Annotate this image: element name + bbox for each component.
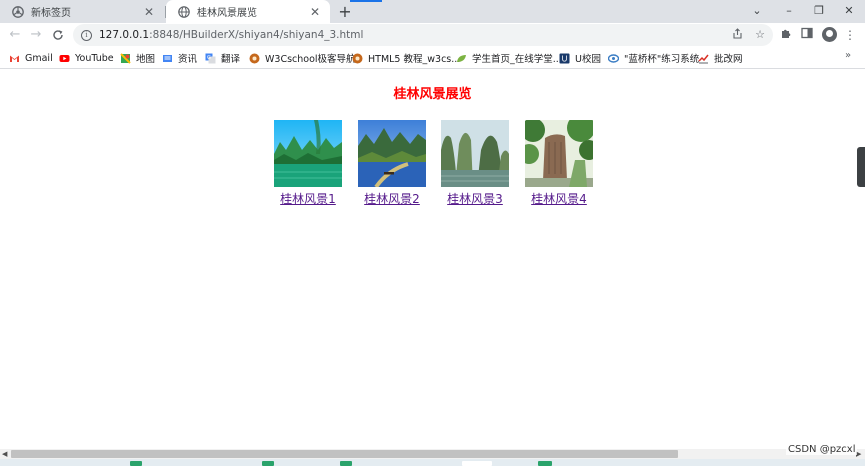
gallery-image-2[interactable] xyxy=(358,120,426,187)
guilin-stone-tablet-photo xyxy=(525,120,593,187)
side-panel-icon[interactable] xyxy=(799,27,815,43)
news-icon xyxy=(163,54,172,62)
gallery-image-4[interactable] xyxy=(525,120,593,187)
bookmark-pigai[interactable]: 批改网 xyxy=(698,51,743,65)
bookmark-label: Gmail xyxy=(25,52,53,64)
guilin-peaks-photo xyxy=(441,120,509,187)
bookmark-label: "蓝桥杯"练习系统 xyxy=(624,54,700,65)
url-text[interactable]: 127.0.0.1:8848/HBuilderX/shiyan4/shiyan4… xyxy=(99,29,363,41)
taskbar-strip xyxy=(0,459,865,466)
progress-indicator xyxy=(350,0,382,2)
page-title: 桂林风景展览 xyxy=(393,87,472,102)
close-tab-icon[interactable]: ✕ xyxy=(308,5,322,19)
url-host: 127.0.0.1 xyxy=(99,29,150,41)
bookmark-gmail[interactable]: Gmail xyxy=(9,51,53,65)
u-campus-icon: U xyxy=(559,53,570,63)
maps-icon xyxy=(120,52,131,64)
bookmark-translate[interactable]: G 翻译 xyxy=(205,51,240,65)
horizontal-scrollbar[interactable]: ◀ ▶ xyxy=(0,449,865,459)
menu-kebab-icon[interactable]: ⋮ xyxy=(842,27,858,43)
taskbar-app-icon[interactable] xyxy=(462,461,492,466)
minimize-icon[interactable]: – xyxy=(773,0,805,23)
svg-text:G: G xyxy=(207,55,211,61)
browser-toolbar: ← → i 127.0.0.1:8848/HBuilderX/shiyan4/s… xyxy=(0,23,865,47)
tab-search-icon[interactable]: ⌄ xyxy=(741,0,773,23)
bookmark-w3cschool[interactable]: W3Cschool极客导航 xyxy=(249,51,356,65)
new-tab-button[interactable]: + xyxy=(335,2,355,22)
forward-icon[interactable]: → xyxy=(27,26,45,44)
bookmarks-overflow-icon[interactable]: » xyxy=(845,50,851,61)
bookmark-label: HTML5 教程_w3cs... xyxy=(368,54,461,65)
restore-icon[interactable]: ❐ xyxy=(803,0,835,23)
pigai-icon xyxy=(698,54,709,63)
w3cschool-icon xyxy=(352,53,363,63)
taskbar-app-icon[interactable] xyxy=(130,461,142,466)
scroll-left-icon[interactable]: ◀ xyxy=(2,450,7,458)
window-close-icon[interactable]: ✕ xyxy=(833,0,865,23)
back-icon[interactable]: ← xyxy=(6,26,24,44)
bookmark-u-campus[interactable]: U U校园 xyxy=(559,51,601,65)
gmail-icon xyxy=(10,55,19,62)
chrome-globe-icon xyxy=(12,5,24,18)
address-bar[interactable]: i 127.0.0.1:8848/HBuilderX/shiyan4/shiya… xyxy=(73,24,773,46)
close-tab-icon[interactable]: ✕ xyxy=(142,5,156,19)
tab-new-tab[interactable]: 新标签页 ✕ xyxy=(0,0,164,23)
bookmark-maps[interactable]: 地图 xyxy=(120,51,155,65)
reload-icon[interactable] xyxy=(49,26,67,44)
gallery-link-3[interactable]: 桂林风景3 xyxy=(433,190,517,207)
site-info-icon[interactable]: i xyxy=(81,29,92,41)
bookmark-lanqiao[interactable]: "蓝桥杯"练习系统 xyxy=(608,51,699,65)
url-path: :8848/HBuilderX/shiyan4/shiyan4_3.html xyxy=(149,29,364,41)
bookmark-label: U校园 xyxy=(575,54,601,65)
lanqiao-icon xyxy=(608,53,619,63)
bookmark-label: 学生首页_在线学堂... xyxy=(472,54,562,65)
gallery-link-2[interactable]: 桂林风景2 xyxy=(350,190,434,207)
gallery-image-3[interactable] xyxy=(441,120,509,187)
bookmarks-bar: Gmail YouTube 地图 资讯 G 翻译 W3Cschool极客导航 H… xyxy=(0,47,865,69)
extensions-icon[interactable] xyxy=(778,27,794,43)
bookmark-label: YouTube xyxy=(75,52,114,64)
globe-icon xyxy=(178,5,190,18)
scrollbar-thumb[interactable] xyxy=(11,450,678,458)
guilin-boat-photo xyxy=(358,120,426,187)
gallery-image-1[interactable] xyxy=(274,120,342,187)
w3cschool-icon xyxy=(249,53,260,63)
bookmark-label: 批改网 xyxy=(714,54,743,65)
gallery-link-4[interactable]: 桂林风景4 xyxy=(517,190,601,207)
bookmark-student-home[interactable]: 学生首页_在线学堂... xyxy=(456,51,562,65)
star-icon[interactable]: ☆ xyxy=(753,28,767,42)
csdn-watermark: CSDN @pzcxl xyxy=(786,444,858,455)
bookmark-html5-tutorial[interactable]: HTML5 教程_w3cs... xyxy=(352,51,460,65)
tab-guilin-gallery[interactable]: 桂林风景展览 ✕ xyxy=(166,0,330,23)
tab-title: 新标签页 xyxy=(31,8,71,19)
profile-avatar-icon[interactable] xyxy=(822,27,837,42)
guilin-river-photo xyxy=(274,120,342,187)
bookmark-label: 地图 xyxy=(136,54,156,65)
taskbar-app-icon[interactable] xyxy=(538,461,552,466)
side-widget-handle[interactable] xyxy=(857,147,865,187)
taskbar-app-icon[interactable] xyxy=(262,461,274,466)
tab-strip: 新标签页 ✕ 桂林风景展览 ✕ + ⌄ – ❐ ✕ xyxy=(0,0,865,23)
share-icon[interactable] xyxy=(730,28,744,42)
bookmark-label: 翻译 xyxy=(221,54,241,65)
bookmark-label: 资讯 xyxy=(178,54,198,65)
leaf-icon xyxy=(457,54,466,62)
bookmark-news[interactable]: 资讯 xyxy=(162,51,197,65)
taskbar-app-icon[interactable] xyxy=(340,461,352,466)
youtube-icon xyxy=(59,54,70,62)
translate-icon: G xyxy=(205,53,216,63)
gallery-link-1[interactable]: 桂林风景1 xyxy=(266,190,350,207)
bookmark-label: W3Cschool极客导航 xyxy=(265,54,356,65)
svg-text:U: U xyxy=(562,54,568,63)
tab-title: 桂林风景展览 xyxy=(197,8,257,19)
bookmark-youtube[interactable]: YouTube xyxy=(59,51,114,65)
